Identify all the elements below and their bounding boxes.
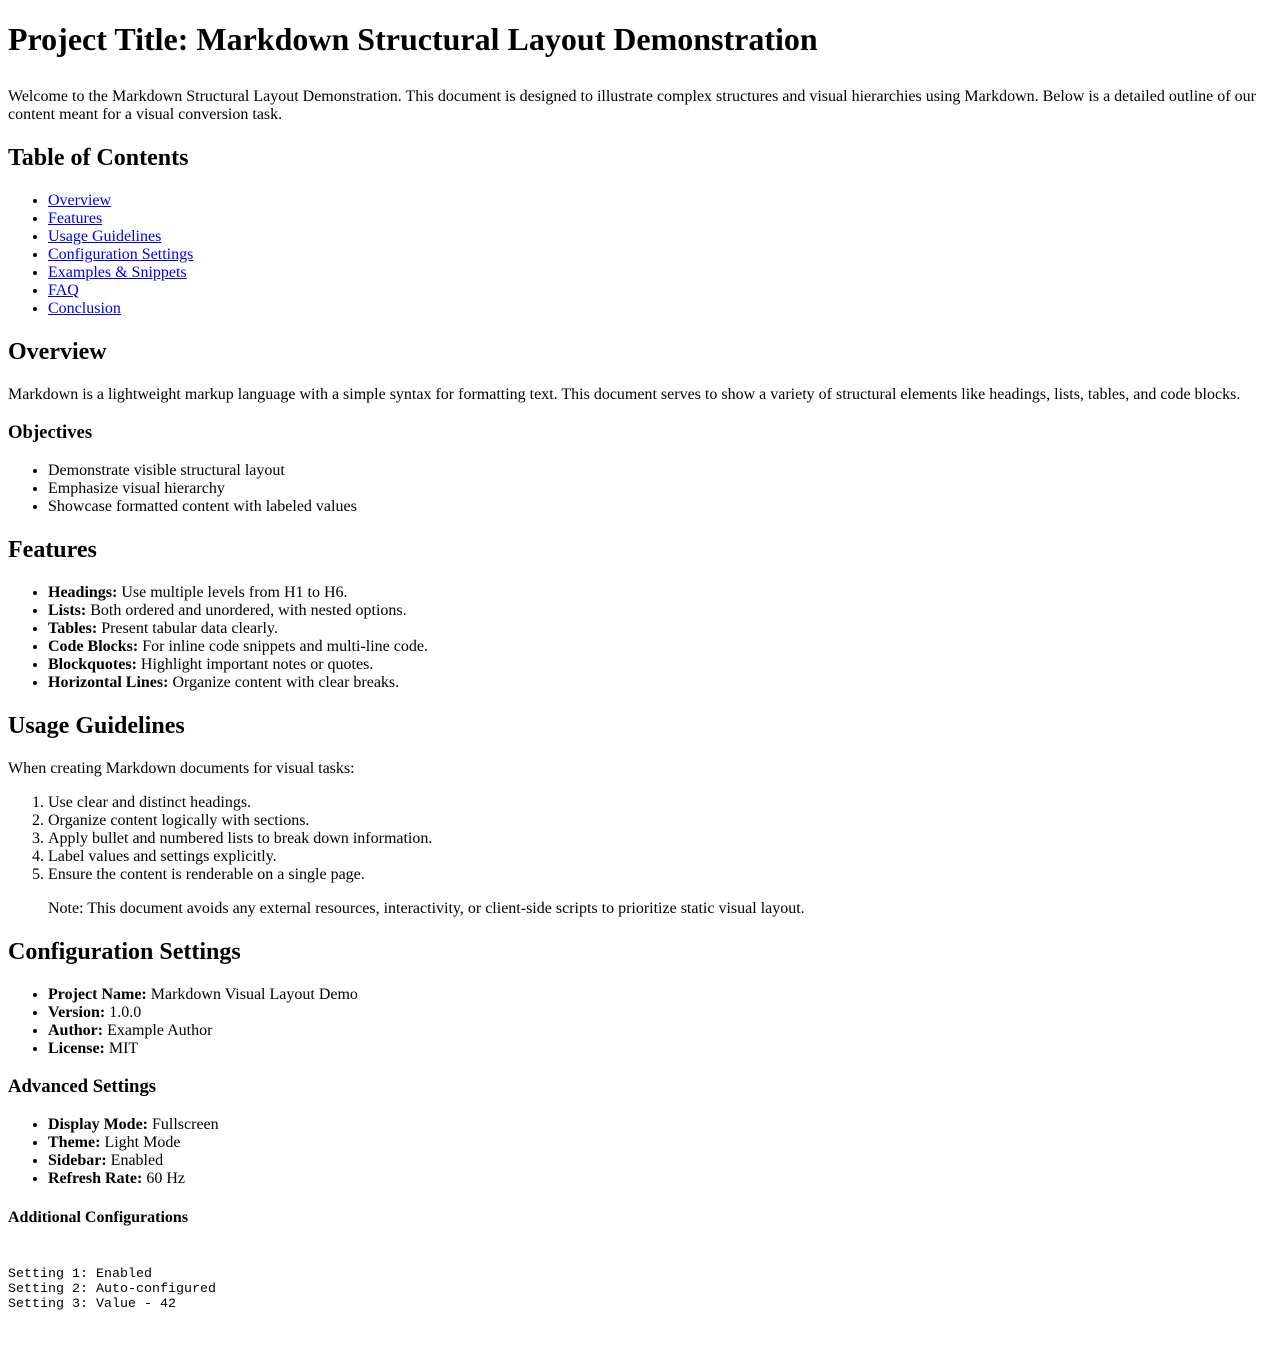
feature-label: Horizontal Lines: xyxy=(48,674,169,691)
usage-steps-list: Use clear and distinct headings. Organiz… xyxy=(8,794,1272,884)
feature-item: Code Blocks: For inline code snippets an… xyxy=(48,638,1272,656)
toc-link-overview[interactable]: Overview xyxy=(48,192,111,209)
advanced-setting-item: Sidebar: Enabled xyxy=(48,1152,1272,1170)
config-label: Project Name: xyxy=(48,986,147,1003)
usage-step: Use clear and distinct headings. xyxy=(48,794,1272,812)
document: Project Title: Markdown Structural Layou… xyxy=(0,21,1280,1312)
additional-configurations-heading: Additional Configurations xyxy=(8,1209,189,1226)
advanced-setting-value: Enabled xyxy=(106,1152,164,1169)
objective-item: Emphasize visual hierarchy xyxy=(48,480,1272,498)
advanced-setting-value: Fullscreen xyxy=(148,1116,219,1133)
advanced-setting-item: Display Mode: Fullscreen xyxy=(48,1116,1272,1134)
advanced-setting-item: Refresh Rate: 60 Hz xyxy=(48,1170,1272,1188)
toc-item: Conclusion xyxy=(48,300,1272,318)
advanced-setting-label: Display Mode: xyxy=(48,1116,148,1133)
feature-item: Horizontal Lines: Organize content with … xyxy=(48,674,1272,692)
features-heading: Features xyxy=(8,537,97,563)
toc-heading: Table of Contents xyxy=(8,145,189,171)
usage-step: Ensure the content is renderable on a si… xyxy=(48,866,1272,884)
feature-text: Use multiple levels from H1 to H6. xyxy=(117,584,348,601)
toc-item: FAQ xyxy=(48,282,1272,300)
usage-step: Apply bullet and numbered lists to break… xyxy=(48,830,1272,848)
intro-paragraph: Welcome to the Markdown Structural Layou… xyxy=(8,88,1256,123)
config-heading: Configuration Settings xyxy=(8,939,241,965)
feature-label: Code Blocks: xyxy=(48,638,139,655)
overview-heading: Overview xyxy=(8,339,107,365)
config-list: Project Name: Markdown Visual Layout Dem… xyxy=(8,986,1272,1058)
feature-item: Headings: Use multiple levels from H1 to… xyxy=(48,584,1272,602)
feature-item: Lists: Both ordered and unordered, with … xyxy=(48,602,1272,620)
usage-intro: When creating Markdown documents for vis… xyxy=(8,760,355,777)
usage-step: Label values and settings explicitly. xyxy=(48,848,1272,866)
toc-link-examples-snippets[interactable]: Examples & Snippets xyxy=(48,264,187,281)
advanced-setting-label: Sidebar: xyxy=(48,1152,107,1169)
config-label: License: xyxy=(48,1040,105,1057)
config-item: Author: Example Author xyxy=(48,1022,1272,1040)
feature-text: Highlight important notes or quotes. xyxy=(136,656,374,673)
advanced-settings-heading: Advanced Settings xyxy=(8,1076,157,1097)
feature-text: Both ordered and unordered, with nested … xyxy=(86,602,407,619)
config-item: Version: 1.0.0 xyxy=(48,1004,1272,1022)
toc-link-conclusion[interactable]: Conclusion xyxy=(48,300,121,317)
config-item: Project Name: Markdown Visual Layout Dem… xyxy=(48,986,1272,1004)
feature-text: Present tabular data clearly. xyxy=(97,620,278,637)
code-block: Setting 1: Enabled Setting 2: Auto-confi… xyxy=(8,1267,216,1312)
page-title: Project Title: Markdown Structural Layou… xyxy=(8,21,818,57)
advanced-setting-value: 60 Hz xyxy=(142,1170,185,1187)
config-label: Author: xyxy=(48,1022,104,1039)
advanced-settings-list: Display Mode: Fullscreen Theme: Light Mo… xyxy=(8,1116,1272,1188)
config-value: MIT xyxy=(104,1040,139,1057)
feature-text: Organize content with clear breaks. xyxy=(168,674,400,691)
toc-link-configuration-settings[interactable]: Configuration Settings xyxy=(48,246,193,263)
advanced-setting-label: Theme: xyxy=(48,1134,101,1151)
feature-label: Tables: xyxy=(48,620,98,637)
objective-item: Demonstrate visible structural layout xyxy=(48,462,1272,480)
feature-label: Blockquotes: xyxy=(48,656,137,673)
usage-heading: Usage Guidelines xyxy=(8,713,185,739)
toc-item: Configuration Settings xyxy=(48,246,1272,264)
usage-note: Note: This document avoids any external … xyxy=(48,900,805,917)
config-value: 1.0.0 xyxy=(105,1004,142,1021)
toc-item: Examples & Snippets xyxy=(48,264,1272,282)
feature-item: Tables: Present tabular data clearly. xyxy=(48,620,1272,638)
advanced-setting-label: Refresh Rate: xyxy=(48,1170,143,1187)
overview-paragraph: Markdown is a lightweight markup languag… xyxy=(8,386,1241,403)
toc-list: Overview Features Usage Guidelines Confi… xyxy=(8,192,1272,318)
config-label: Version: xyxy=(48,1004,106,1021)
toc-link-faq[interactable]: FAQ xyxy=(48,282,79,299)
toc-link-usage-guidelines[interactable]: Usage Guidelines xyxy=(48,228,161,245)
toc-item: Features xyxy=(48,210,1272,228)
objectives-heading: Objectives xyxy=(8,422,93,443)
usage-step: Organize content logically with sections… xyxy=(48,812,1272,830)
feature-label: Lists: xyxy=(48,602,87,619)
advanced-setting-value: Light Mode xyxy=(100,1134,181,1151)
objectives-list: Demonstrate visible structural layout Em… xyxy=(8,462,1272,516)
advanced-setting-item: Theme: Light Mode xyxy=(48,1134,1272,1152)
config-item: License: MIT xyxy=(48,1040,1272,1058)
toc-link-features[interactable]: Features xyxy=(48,210,102,227)
toc-item: Overview xyxy=(48,192,1272,210)
config-value: Example Author xyxy=(103,1022,213,1039)
toc-item: Usage Guidelines xyxy=(48,228,1272,246)
feature-text: For inline code snippets and multi-line … xyxy=(138,638,428,655)
objective-item: Showcase formatted content with labeled … xyxy=(48,498,1272,516)
features-list: Headings: Use multiple levels from H1 to… xyxy=(8,584,1272,692)
config-value: Markdown Visual Layout Demo xyxy=(146,986,358,1003)
feature-label: Headings: xyxy=(48,584,118,601)
feature-item: Blockquotes: Highlight important notes o… xyxy=(48,656,1272,674)
